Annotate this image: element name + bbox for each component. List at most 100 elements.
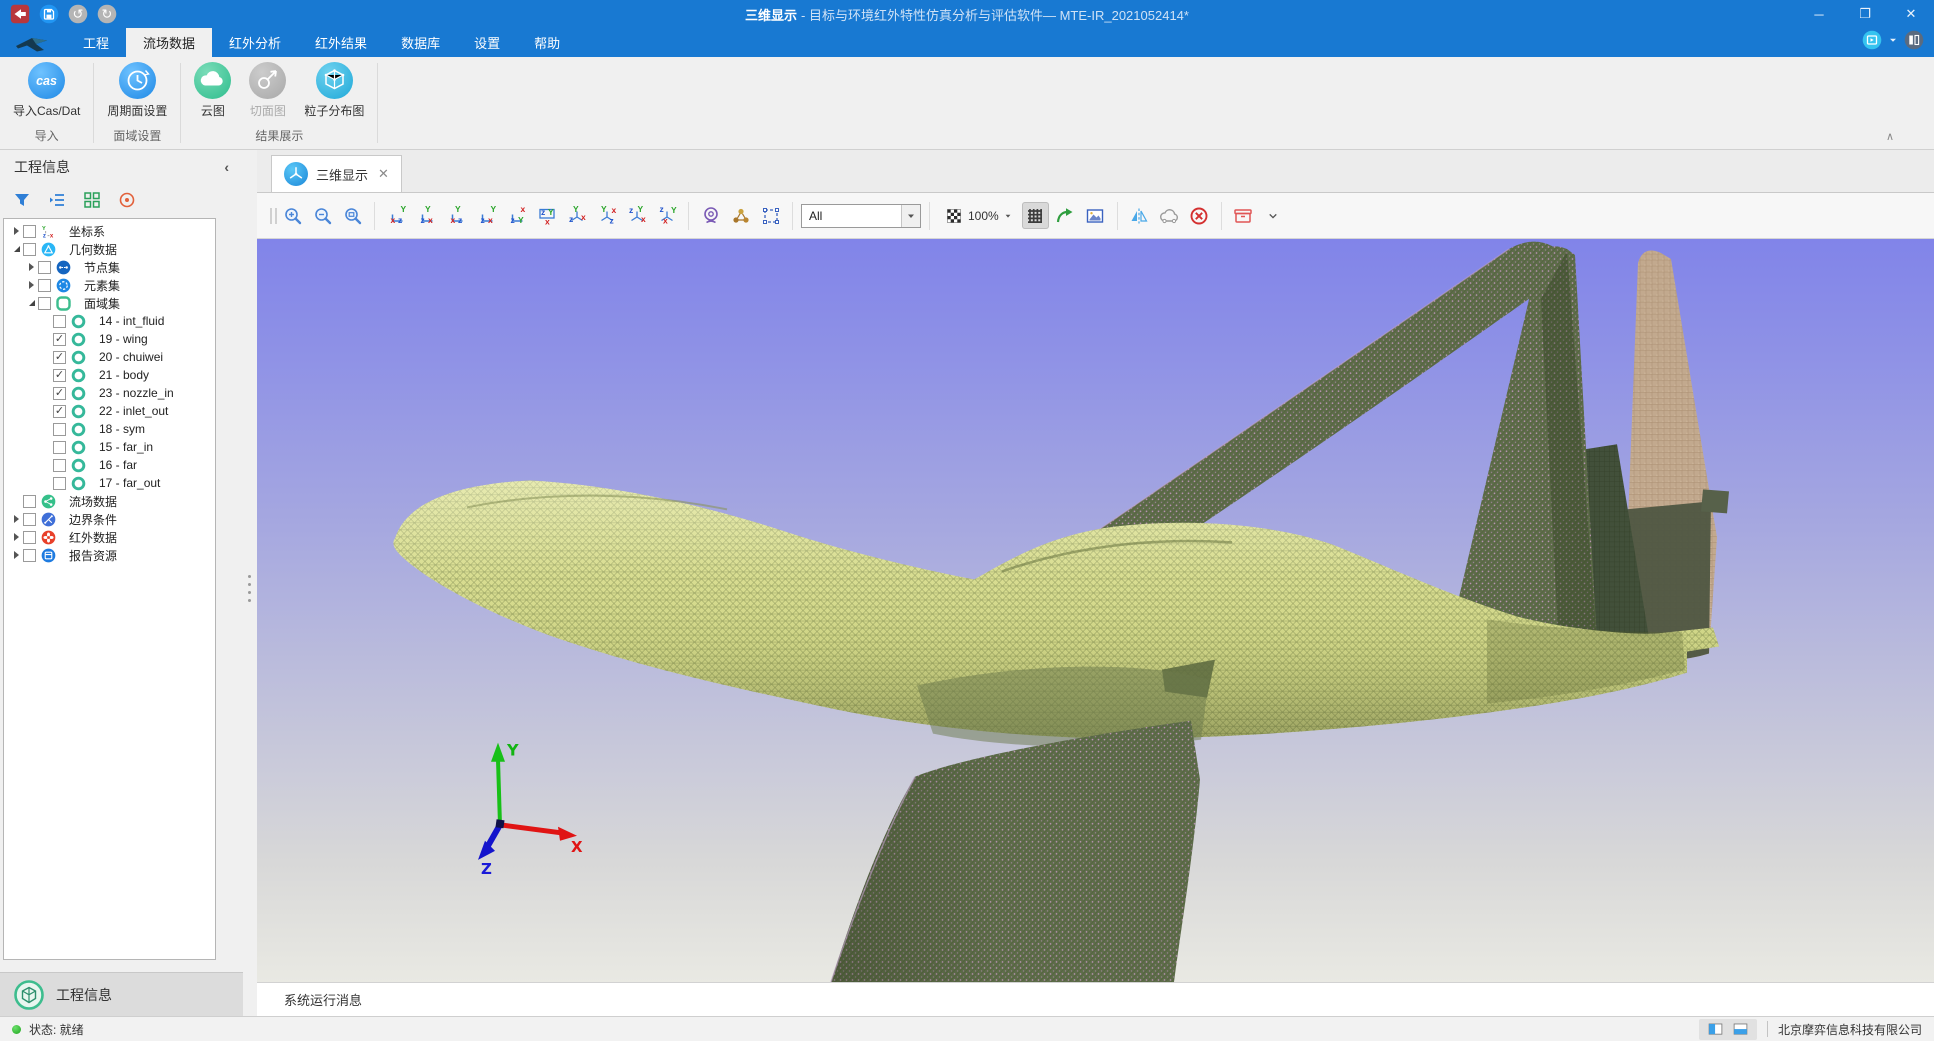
panel-bottom-icon[interactable] [1732,1021,1749,1038]
view-iso-b-button[interactable]: Yxz [593,202,620,229]
tree-row[interactable]: 15 - far_in [4,438,215,456]
target-icon[interactable] [117,190,137,210]
sidebar-footer[interactable]: 工程信息 [0,972,243,1016]
view-bottom-button[interactable]: zYx [533,202,560,229]
tree-checkbox[interactable] [38,297,51,310]
opacity-caret-icon[interactable] [1004,209,1012,223]
box-select-button[interactable] [757,202,784,229]
tree-row[interactable]: 报告资源 [4,546,215,564]
tree-expand-arrow[interactable] [10,531,23,544]
tree-checkbox[interactable]: ✓ [53,369,66,382]
probe-camera-button[interactable] [697,202,724,229]
tree-row[interactable]: 节点集 [4,258,215,276]
tree-expand-arrow[interactable] [25,279,38,292]
tree-row[interactable]: 流场数据 [4,492,215,510]
view-top-button[interactable]: xzY [503,202,530,229]
tree-row[interactable]: ✓19 - wing [4,330,215,348]
tree-checkbox[interactable] [38,279,51,292]
particle-view-button[interactable] [727,202,754,229]
ribbon-button-周期面设置[interactable]: 周期面设置 [102,62,172,123]
ribbon-collapse-button[interactable]: ∧ [1886,130,1894,143]
tree-row[interactable]: 红外数据 [4,528,215,546]
tab-三维显示[interactable]: 三维显示✕ [271,155,402,192]
zoom-out-button[interactable] [309,202,336,229]
tree-expand-arrow[interactable] [25,261,38,274]
save-icon[interactable] [39,4,59,24]
tree-checkbox[interactable]: ✓ [53,405,66,418]
menu-item-红外结果[interactable]: 红外结果 [298,28,384,57]
tree-checkbox[interactable] [23,243,36,256]
tree-checkbox[interactable] [53,477,66,490]
tree-expand-arrow[interactable] [10,225,23,238]
filter-icon[interactable] [12,190,32,210]
display-filter-select[interactable]: All [801,204,921,228]
tree-checkbox[interactable]: ✓ [53,333,66,346]
view-left-button[interactable]: Yxz [443,202,470,229]
tree-checkbox[interactable]: ✓ [53,387,66,400]
maximize-button[interactable]: ❐ [1842,0,1888,28]
tree-checkbox[interactable] [53,315,66,328]
view-right-button[interactable]: Yzx [473,202,500,229]
tree-row[interactable]: 面域集 [4,294,215,312]
tree-row[interactable]: 14 - int_fluid [4,312,215,330]
panel-left-icon[interactable] [1707,1021,1724,1038]
opacity-control[interactable]: 100% [938,207,1019,225]
ribbon-button-导入Cas/Dat[interactable]: cas导入Cas/Dat [8,62,85,123]
snapshot-button[interactable] [1082,202,1109,229]
tree-row[interactable]: 18 - sym [4,420,215,438]
view-front-button[interactable]: Yxz [383,202,410,229]
mirror-button[interactable] [1126,202,1153,229]
message-panel-header[interactable]: 系统运行消息 [257,982,1934,1016]
share-arrow-button[interactable] [1052,202,1079,229]
tree-row[interactable]: ✓23 - nozzle_in [4,384,215,402]
grid-toggle-button[interactable] [1022,202,1049,229]
view-iso-a-button[interactable]: Yxz [563,202,590,229]
menu-item-流场数据[interactable]: 流场数据 [126,28,212,57]
tree-row[interactable]: Yzx坐标系 [4,222,215,240]
tree-checkbox[interactable] [53,423,66,436]
cloud-outline-button[interactable] [1156,202,1183,229]
theme-icon[interactable] [1862,30,1882,50]
tree-checkbox[interactable] [23,495,36,508]
undo-icon[interactable]: ↺ [68,4,88,24]
chevron-down-button[interactable] [1260,202,1287,229]
tree-row[interactable]: 边界条件 [4,510,215,528]
tree-checkbox[interactable] [38,261,51,274]
zoom-in-button[interactable] [279,202,306,229]
tree-expand-arrow[interactable] [10,513,23,526]
dropdown-caret-icon[interactable] [1887,34,1899,46]
tree-expand-arrow[interactable] [10,243,23,256]
tree-checkbox[interactable] [23,549,36,562]
tree-checkbox[interactable] [23,225,36,238]
sidebar-collapse-button[interactable]: ‹ [224,159,229,175]
tree-row[interactable]: 元素集 [4,276,215,294]
menu-item-帮助[interactable]: 帮助 [517,28,577,57]
ribbon-button-粒子分布图[interactable]: 粒子分布图 [299,62,369,123]
outline-list-icon[interactable] [47,190,67,210]
menu-item-红外分析[interactable]: 红外分析 [212,28,298,57]
viewport-3d[interactable]: Y X Z [257,239,1934,982]
tree-expand-arrow[interactable] [10,549,23,562]
tree-expand-arrow[interactable] [25,297,38,310]
combo-dropdown-button[interactable] [901,205,920,227]
export-icon[interactable] [10,4,30,24]
view-iso-c-button[interactable]: Yzx [623,202,650,229]
tree-checkbox[interactable]: ✓ [53,351,66,364]
menu-item-设置[interactable]: 设置 [457,28,517,57]
tree-row[interactable]: ✓21 - body [4,366,215,384]
close-button[interactable]: ✕ [1888,0,1934,28]
tab-close-icon[interactable]: ✕ [378,166,389,182]
tree-row[interactable]: 17 - far_out [4,474,215,492]
delete-all-button[interactable] [1186,202,1213,229]
view-iso-d-button[interactable]: zYx [653,202,680,229]
package-button[interactable] [1230,202,1257,229]
tree-row[interactable]: 16 - far [4,456,215,474]
redo-icon[interactable]: ↻ [97,4,117,24]
grid-icon[interactable] [82,190,102,210]
panel-splitter[interactable] [243,150,257,1016]
tree-row[interactable]: 几何数据 [4,240,215,258]
tree-checkbox[interactable] [53,441,66,454]
minimize-button[interactable]: ─ [1796,0,1842,28]
tree-checkbox[interactable] [53,459,66,472]
view-back-button[interactable]: Yzx [413,202,440,229]
